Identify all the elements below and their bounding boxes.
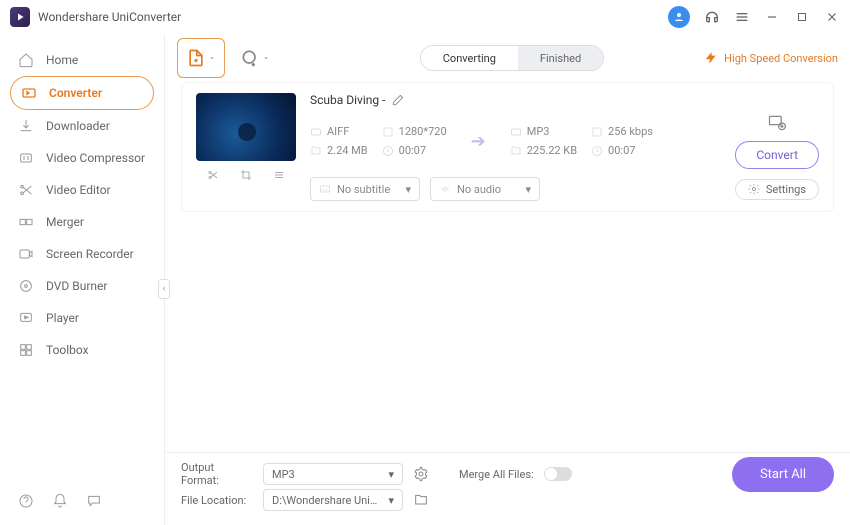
home-icon: [18, 52, 34, 68]
sidebar-item-label: Toolbox: [46, 343, 89, 357]
sidebar-item-label: Merger: [46, 215, 84, 229]
trim-icon[interactable]: [197, 167, 229, 183]
sidebar-item-label: Video Compressor: [46, 151, 145, 165]
conversion-tabs: Converting Finished: [420, 45, 604, 71]
titlebar: Wondershare UniConverter: [0, 0, 850, 34]
sidebar-item-converter[interactable]: Converter: [10, 76, 154, 110]
close-button[interactable]: [824, 9, 840, 25]
sidebar-item-label: Downloader: [46, 119, 110, 133]
download-icon: [18, 118, 34, 134]
content: Converting Finished High Speed Conversio…: [165, 34, 850, 525]
crop-icon[interactable]: [230, 167, 262, 183]
sidebar-item-label: DVD Burner: [46, 279, 107, 293]
file-location-select[interactable]: D:\Wondershare UniConverter ▾: [263, 489, 403, 511]
headset-icon[interactable]: [704, 9, 720, 25]
sidebar: Home Converter Downloader Video Compress…: [0, 34, 165, 525]
file-name: Scuba Diving -: [310, 93, 385, 107]
sidebar-item-compressor[interactable]: Video Compressor: [0, 142, 164, 174]
recorder-icon: [18, 246, 34, 262]
more-icon[interactable]: [263, 167, 295, 183]
player-icon: [18, 310, 34, 326]
output-format-label: Output Format:: [181, 461, 253, 487]
sidebar-item-home[interactable]: Home: [0, 44, 164, 76]
add-url-button[interactable]: [235, 38, 275, 78]
merge-toggle[interactable]: [544, 467, 572, 481]
settings-button[interactable]: Settings: [735, 179, 819, 200]
file-card: Scuba Diving - AIFF 1280*720 2.24 MB 00:…: [181, 82, 834, 212]
open-folder-icon[interactable]: [413, 492, 429, 508]
audio-select[interactable]: No audio ▾: [430, 177, 540, 201]
convert-button[interactable]: Convert: [735, 141, 819, 169]
toolbox-icon: [18, 342, 34, 358]
subtitle-select[interactable]: No subtitle ▾: [310, 177, 420, 201]
converter-icon: [21, 85, 37, 101]
maximize-button[interactable]: [794, 9, 810, 25]
high-speed-conversion-button[interactable]: High Speed Conversion: [704, 51, 838, 65]
sidebar-item-merger[interactable]: Merger: [0, 206, 164, 238]
scissors-icon: [18, 182, 34, 198]
arrow-icon: ➔: [471, 131, 486, 152]
user-avatar[interactable]: [668, 6, 690, 28]
merger-icon: [18, 214, 34, 230]
footer: Output Format: MP3 ▾ Merge All Files: St…: [165, 452, 850, 525]
menu-icon[interactable]: [734, 9, 750, 25]
sidebar-item-dvd[interactable]: DVD Burner: [0, 270, 164, 302]
merge-label: Merge All Files:: [459, 468, 534, 481]
output-settings-icon[interactable]: [767, 113, 787, 133]
app-title: Wondershare UniConverter: [38, 10, 668, 24]
bell-icon[interactable]: [52, 493, 68, 509]
tab-converting[interactable]: Converting: [421, 46, 518, 70]
help-icon[interactable]: [18, 493, 34, 509]
target-metadata: MP3 256 kbps 225.22 KB 00:07: [510, 125, 653, 157]
sidebar-item-recorder[interactable]: Screen Recorder: [0, 238, 164, 270]
app-logo: [10, 7, 30, 27]
hsc-label: High Speed Conversion: [724, 52, 838, 65]
sidebar-item-label: Screen Recorder: [46, 247, 134, 261]
sidebar-item-editor[interactable]: Video Editor: [0, 174, 164, 206]
compressor-icon: [18, 150, 34, 166]
add-file-button[interactable]: [177, 38, 225, 78]
edit-name-icon[interactable]: [391, 93, 405, 107]
sidebar-collapse-button[interactable]: ‹: [158, 279, 170, 299]
sidebar-item-label: Home: [46, 53, 78, 67]
output-format-select[interactable]: MP3 ▾: [263, 463, 403, 485]
sidebar-item-label: Converter: [49, 86, 102, 100]
sidebar-item-toolbox[interactable]: Toolbox: [0, 334, 164, 366]
start-all-button[interactable]: Start All: [732, 457, 834, 492]
sidebar-item-label: Video Editor: [46, 183, 111, 197]
sidebar-item-label: Player: [46, 311, 79, 325]
toolbar: Converting Finished High Speed Conversio…: [165, 34, 850, 82]
sidebar-item-downloader[interactable]: Downloader: [0, 110, 164, 142]
dvd-icon: [18, 278, 34, 294]
source-metadata: AIFF 1280*720 2.24 MB 00:07: [310, 125, 447, 157]
file-location-label: File Location:: [181, 494, 253, 507]
minimize-button[interactable]: [764, 9, 780, 25]
output-format-settings-icon[interactable]: [413, 466, 429, 482]
tab-finished[interactable]: Finished: [518, 46, 603, 70]
sidebar-item-player[interactable]: Player: [0, 302, 164, 334]
video-thumbnail[interactable]: [196, 93, 296, 161]
feedback-icon[interactable]: [86, 493, 102, 509]
